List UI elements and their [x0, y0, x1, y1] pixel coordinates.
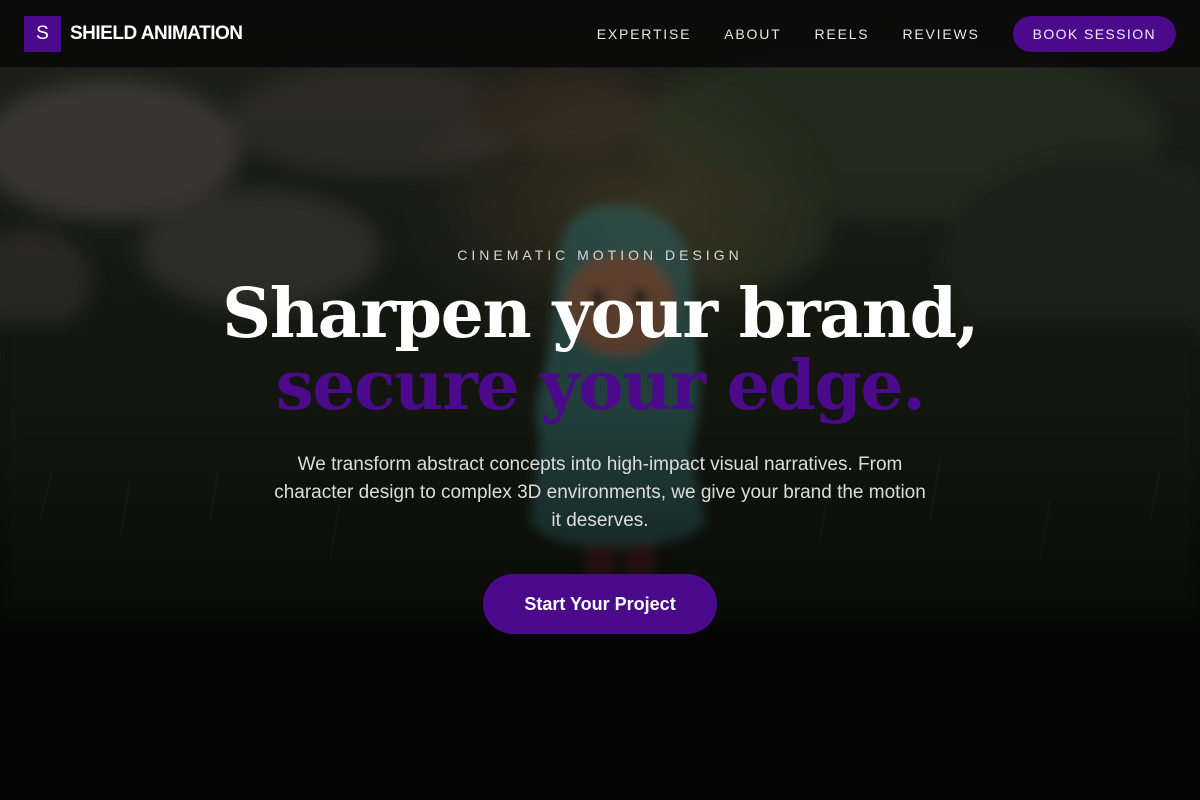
hero-eyebrow: CINEMATIC MOTION DESIGN [457, 247, 743, 263]
start-project-button[interactable]: Start Your Project [483, 574, 717, 634]
hero-headline-line2: secure your edge. [275, 346, 926, 426]
hero-section: CINEMATIC MOTION DESIGN Sharpen your bra… [0, 0, 1200, 800]
hero-headline-line1: Sharpen your brand, [222, 274, 979, 354]
hero-description: We transform abstract concepts into high… [274, 454, 926, 531]
hero-headline: Sharpen your brand, secure your edge. [0, 278, 1200, 422]
